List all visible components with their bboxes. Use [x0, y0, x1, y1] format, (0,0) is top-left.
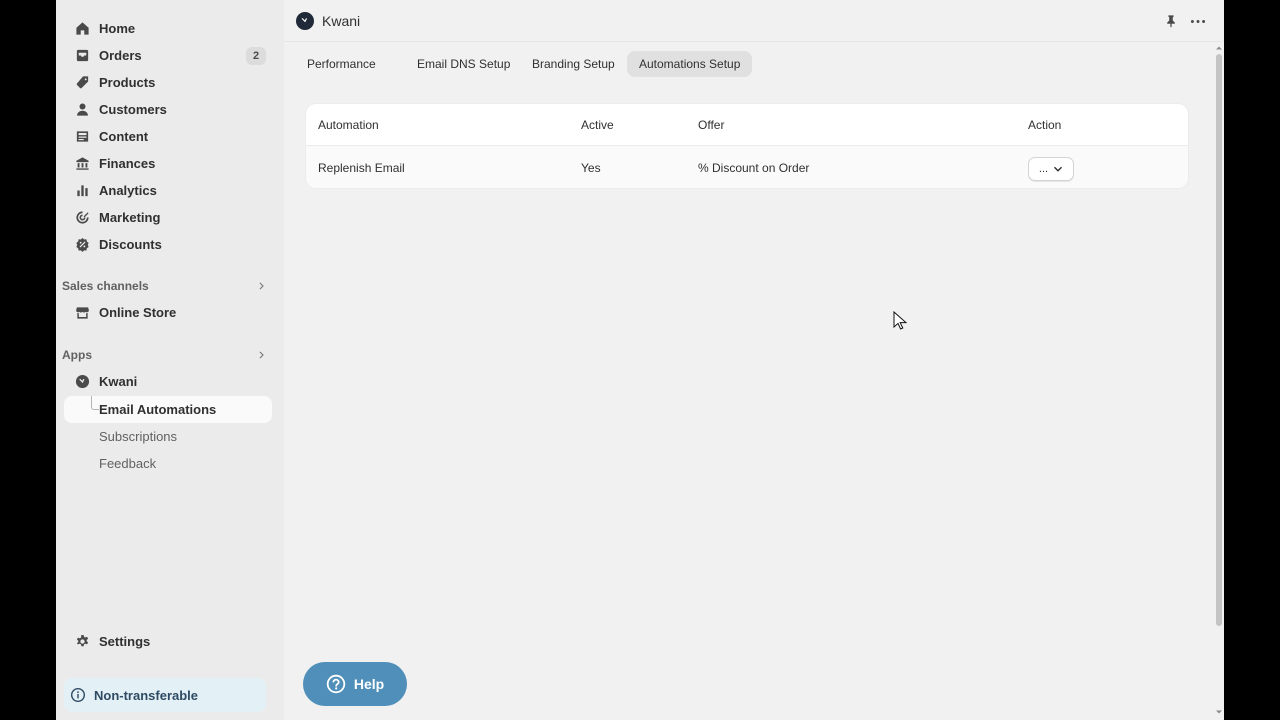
scroll-up-icon[interactable]	[1215, 44, 1223, 52]
chevron-right-icon	[259, 282, 264, 290]
sidebar-subitem-feedback[interactable]: Feedback	[64, 450, 272, 477]
sidebar-item-marketing[interactable]: Marketing	[64, 204, 272, 231]
tab-email-dns-setup[interactable]: Email DNS Setup	[405, 51, 522, 77]
kwani-logo-icon	[72, 372, 92, 392]
sidebar: Home Orders 2 Products Customers Content…	[56, 0, 284, 720]
non-transferable-label: Non-transferable	[94, 687, 199, 703]
sidebar-item-label: Finances	[99, 156, 156, 171]
bank-icon	[72, 154, 92, 174]
sidebar-item-analytics[interactable]: Analytics	[64, 177, 272, 204]
tag-icon	[72, 73, 92, 93]
sidebar-item-label: Content	[99, 129, 149, 144]
vertical-scrollbar[interactable]	[1214, 44, 1224, 720]
sales-channels-label: Sales channels	[62, 279, 149, 293]
help-button[interactable]: Help	[303, 662, 407, 706]
chevron-down-icon	[1054, 166, 1063, 172]
action-dropdown-value: ...	[1038, 163, 1049, 175]
content-icon	[72, 127, 92, 147]
sidebar-item-orders[interactable]: Orders 2	[64, 42, 272, 69]
question-icon	[326, 674, 346, 694]
sidebar-item-customers[interactable]: Customers	[64, 96, 272, 123]
sidebar-item-online-store[interactable]: Online Store	[64, 299, 272, 326]
main-content: Kwani Performance Email DNS Setup Brandi…	[284, 0, 1224, 720]
sidebar-item-home[interactable]: Home	[64, 15, 272, 42]
sidebar-item-products[interactable]: Products	[64, 69, 272, 96]
sidebar-subitem-label: Subscriptions	[99, 429, 178, 444]
sidebar-item-kwani[interactable]: Kwani	[64, 368, 272, 395]
sidebar-item-label: Analytics	[99, 183, 157, 198]
help-label: Help	[353, 676, 385, 692]
pin-icon[interactable]	[1162, 12, 1180, 30]
sidebar-item-label: Online Store	[99, 305, 177, 320]
sales-channels-heading[interactable]: Sales channels	[62, 276, 268, 296]
sidebar-item-label: Marketing	[99, 210, 161, 225]
tab-performance[interactable]: Performance	[295, 51, 388, 77]
apps-heading[interactable]: Apps	[62, 345, 268, 365]
sidebar-subitem-label: Email Automations	[99, 402, 217, 417]
sidebar-subitem-email-automations[interactable]: Email Automations	[64, 396, 272, 423]
chevron-right-icon	[259, 351, 264, 359]
mouse-cursor-icon	[893, 311, 907, 330]
more-icon[interactable]	[1187, 12, 1209, 30]
sidebar-item-content[interactable]: Content	[64, 123, 272, 150]
home-icon	[72, 19, 92, 39]
sidebar-item-discounts[interactable]: Discounts	[64, 231, 272, 258]
sidebar-item-label: Kwani	[99, 374, 138, 389]
automations-table: Automation Active Offer Action Replenish…	[306, 104, 1188, 188]
app-title: Kwani	[322, 13, 361, 29]
sidebar-subitem-label: Feedback	[99, 456, 157, 471]
sidebar-item-settings[interactable]: Settings	[64, 628, 272, 655]
sidebar-item-label: Settings	[99, 634, 151, 649]
scroll-down-icon[interactable]	[1215, 708, 1223, 716]
tab-branding-setup[interactable]: Branding Setup	[520, 51, 627, 77]
target-icon	[72, 208, 92, 228]
sidebar-item-label: Home	[99, 21, 136, 36]
sidebar-item-label: Orders	[99, 48, 142, 63]
sidebar-item-label: Discounts	[99, 237, 162, 252]
sidebar-item-label: Customers	[99, 102, 167, 117]
sidebar-item-label: Products	[99, 75, 156, 90]
orders-icon	[72, 46, 92, 66]
app-header: Kwani	[284, 0, 1224, 42]
scroll-thumb[interactable]	[1216, 54, 1222, 626]
orders-count-badge: 2	[246, 47, 266, 65]
gear-icon	[72, 632, 92, 652]
sidebar-subitem-subscriptions[interactable]: Subscriptions	[64, 423, 272, 450]
column-header-offer: Offer	[698, 118, 725, 132]
app-frame: Home Orders 2 Products Customers Content…	[56, 0, 1224, 720]
action-dropdown[interactable]: ...	[1028, 157, 1074, 181]
non-transferable-notice[interactable]: Non-transferable	[64, 678, 266, 712]
column-header-action: Action	[1028, 118, 1062, 132]
store-icon	[72, 303, 92, 323]
cell-automation: Replenish Email	[318, 161, 405, 175]
info-icon	[70, 687, 86, 703]
tree-connector	[91, 396, 99, 410]
kwani-logo-icon	[296, 12, 314, 30]
bar-chart-icon	[72, 181, 92, 201]
column-header-automation: Automation	[318, 118, 379, 132]
discount-icon	[72, 235, 92, 255]
table-row[interactable]: Replenish Email Yes % Discount on Order …	[306, 146, 1188, 188]
tab-automations-setup[interactable]: Automations Setup	[627, 51, 753, 77]
cell-active: Yes	[581, 161, 601, 175]
column-header-active: Active	[581, 118, 614, 132]
person-icon	[72, 100, 92, 120]
sidebar-item-finances[interactable]: Finances	[64, 150, 272, 177]
cell-offer: % Discount on Order	[698, 161, 810, 175]
apps-label: Apps	[62, 348, 92, 362]
